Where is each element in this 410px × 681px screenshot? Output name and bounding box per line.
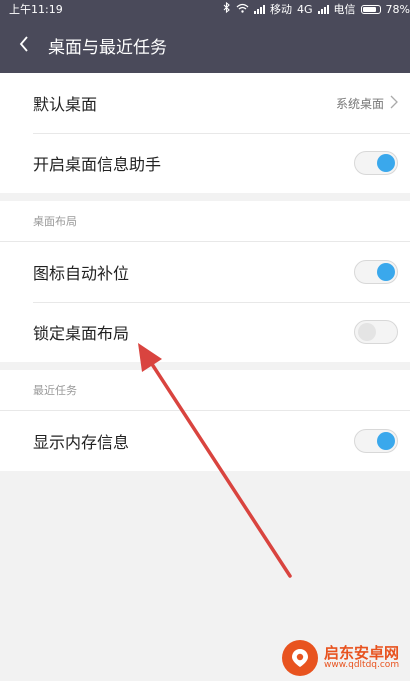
lock-layout-toggle-wrap [354,320,398,344]
show-memory-toggle[interactable] [354,429,398,453]
bluetooth-icon [223,1,231,16]
desktop-assistant-toggle[interactable] [354,151,398,175]
default-launcher-row[interactable]: 默认桌面 系统桌面 [0,73,410,133]
show-memory-row: 显示内存信息 [0,411,410,471]
carrier2-label: 电信 [333,3,356,16]
lock-layout-toggle[interactable] [354,320,398,344]
chevron-left-icon [18,35,30,57]
watermark-brand: 启东安卓网 [324,643,400,662]
status-bar: 上午11:19 移动 4G 电信 78% [0,0,410,18]
toggle-knob [377,154,395,172]
default-launcher-value-wrap: 系统桌面 [336,94,398,113]
wifi-icon [236,3,249,16]
page-title: 桌面与最近任务 [48,38,167,58]
settings-group-recent: 最近任务 显示内存信息 [0,370,410,471]
default-launcher-value: 系统桌面 [335,96,384,111]
desktop-assistant-toggle-wrap [354,151,398,175]
signal-icon [254,4,266,14]
back-button[interactable] [0,18,48,73]
status-time: 上午11:19 [9,3,63,16]
toggle-knob [358,323,376,341]
status-indicators: 移动 4G 电信 78% [223,1,410,17]
auto-fill-icons-label: 图标自动补位 [33,264,130,283]
toggle-knob [377,432,395,450]
desktop-assistant-label: 开启桌面信息助手 [33,155,162,174]
watermark-text: 启东安卓网 www.qdltdq.com [324,645,399,671]
section-header-recent: 最近任务 [0,370,410,411]
show-memory-label: 显示内存信息 [33,433,130,452]
lock-layout-label: 锁定桌面布局 [33,324,130,343]
section-header-layout: 桌面布局 [0,201,410,242]
watermark-url: www.qdltdq.com [324,660,400,671]
lock-layout-row: 锁定桌面布局 [0,302,410,362]
watermark: 启东安卓网 www.qdltdq.com [282,636,408,680]
carrier1-label: 移动 [270,3,293,16]
chevron-right-icon [390,94,398,113]
signal-icon-2 [317,4,329,14]
desktop-assistant-row: 开启桌面信息助手 [0,133,410,193]
watermark-logo-icon [282,640,318,676]
settings-group-layout: 桌面布局 图标自动补位 锁定桌面布局 [0,201,410,362]
settings-group-general: 默认桌面 系统桌面 开启桌面信息助手 [0,73,410,193]
auto-fill-icons-toggle[interactable] [354,260,398,284]
network-type: 4G [297,2,313,16]
auto-fill-toggle-wrap [354,260,398,284]
battery-level: 78% [385,2,410,16]
show-memory-toggle-wrap [354,429,398,453]
auto-fill-icons-row: 图标自动补位 [0,242,410,302]
title-bar: 桌面与最近任务 [0,18,410,73]
battery-icon [360,4,381,14]
default-launcher-label: 默认桌面 [33,95,98,114]
toggle-knob [377,263,395,281]
